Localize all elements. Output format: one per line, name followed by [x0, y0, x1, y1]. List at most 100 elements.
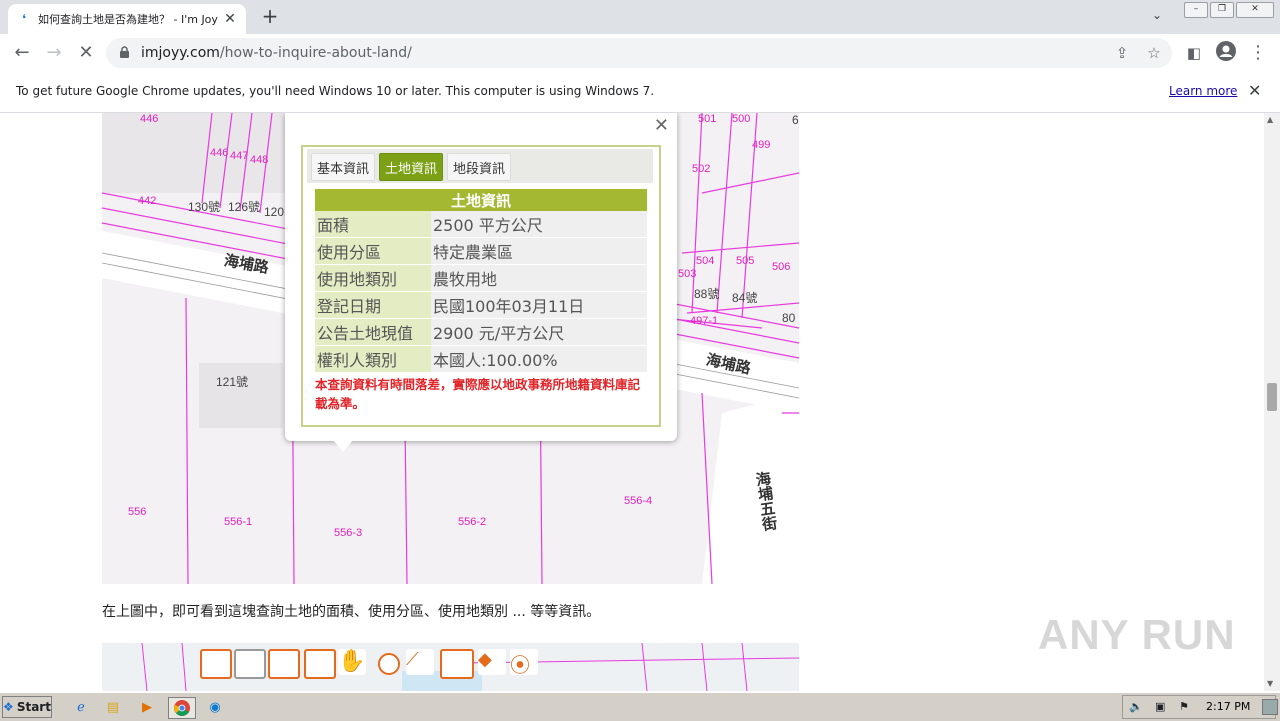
- redo-tool-icon[interactable]: [304, 649, 336, 679]
- table-row: 權利人類別 本國人:100.00%: [315, 345, 647, 373]
- learn-more-link[interactable]: Learn more: [1169, 84, 1237, 98]
- media-player-icon[interactable]: ▶: [136, 697, 158, 717]
- page-scrollbar[interactable]: ▲ ▼: [1264, 113, 1280, 691]
- row-label: 登記日期: [315, 291, 431, 319]
- popup-pointer: [333, 440, 353, 452]
- parcel-label: 502: [692, 163, 711, 175]
- address-bar[interactable]: imjoyy.com/how-to-inquire-about-land/ ⇪ …: [106, 38, 1172, 68]
- profile-avatar-icon[interactable]: [1214, 41, 1238, 65]
- row-label: 使用分區: [315, 237, 431, 265]
- row-value: 民國100年03月11日: [431, 291, 647, 319]
- address-label: 126號: [228, 200, 261, 214]
- location-pin-icon[interactable]: ⦿: [510, 649, 538, 677]
- land-info-table: 土地資訊 面積 2500 平方公尺 使用分區 特定農業區 使用地類別 農牧用地 登記日…: [315, 189, 647, 373]
- parcel-label: 556-3: [334, 527, 363, 539]
- browser-tab[interactable]: ❛ 如何查詢土地是否為建地？ - I'm Joy ✕: [8, 4, 246, 34]
- row-value: 2500 平方公尺: [431, 211, 647, 238]
- share-icon[interactable]: ⇪: [1112, 43, 1132, 63]
- action-center-flag-icon[interactable]: ⚑: [1179, 700, 1189, 713]
- lock-icon: [120, 46, 129, 58]
- table-row: 使用分區 特定農業區: [315, 237, 647, 265]
- start-label: Start: [16, 700, 51, 714]
- disclaimer-text: 本查詢資料有時間落差，實際應以地政事務所地籍資料庫記載為準。: [315, 377, 641, 411]
- measure-area-icon[interactable]: [440, 649, 474, 679]
- map-toolbar-image: ✋ ⟋ ◆ ⦿: [102, 643, 799, 691]
- network-icon[interactable]: ▣: [1155, 700, 1165, 713]
- tab-close-icon[interactable]: ✕: [222, 11, 238, 27]
- row-value: 本國人:100.00%: [431, 345, 647, 373]
- close-window-button[interactable]: ✕: [1236, 2, 1274, 18]
- undo-tool-icon[interactable]: [268, 649, 300, 679]
- fullscreen-tool-icon[interactable]: [200, 649, 232, 679]
- file-explorer-icon[interactable]: ▤: [102, 697, 124, 717]
- show-desktop-button[interactable]: [1262, 699, 1278, 715]
- tab-section-info[interactable]: 地段資訊: [447, 153, 512, 181]
- new-tab-button[interactable]: +: [258, 5, 282, 29]
- row-label: 使用地類別: [315, 264, 431, 292]
- tab-search-chevron-icon[interactable]: ⌄: [1152, 8, 1162, 22]
- row-value: 特定農業區: [431, 237, 647, 265]
- parcel-label: 499: [752, 139, 771, 151]
- address-label: 80: [782, 311, 796, 325]
- forward-arrow-icon[interactable]: →: [42, 41, 66, 65]
- parcel-label: 556-2: [458, 516, 487, 528]
- url-text: imjoyy.com/how-to-inquire-about-land/: [141, 45, 412, 61]
- tab-strip: ❛ 如何查詢土地是否為建地？ - I'm Joy ✕ + ⌄ – ❐ ✕: [0, 0, 1280, 34]
- url-path: /how-to-inquire-about-land/: [219, 45, 412, 61]
- side-panel-icon[interactable]: ◧: [1182, 41, 1206, 65]
- pan-hand-icon[interactable]: ✋: [338, 649, 366, 675]
- eraser-icon[interactable]: ◆: [478, 649, 506, 675]
- table-row: 使用地類別 農牧用地: [315, 264, 647, 292]
- scroll-thumb[interactable]: [1267, 383, 1277, 411]
- parcel-label: 500: [732, 113, 751, 125]
- scroll-up-icon[interactable]: ▲: [1267, 115, 1273, 124]
- table-row: 公告土地現值 2900 元/平方公尺: [315, 318, 647, 346]
- address-label: 121號: [216, 375, 249, 389]
- parcel-label: 497-1: [690, 315, 719, 327]
- land-info-popup: ✕ 基本資訊 土地資訊 地段資訊 土地資訊 面積 2500 平方公尺 使用分區 特定…: [285, 113, 677, 452]
- back-arrow-icon[interactable]: ←: [10, 41, 34, 65]
- volume-icon[interactable]: 🔈: [1129, 700, 1143, 713]
- building-tool-icon[interactable]: [234, 649, 266, 679]
- start-button[interactable]: ❖ Start: [2, 696, 52, 718]
- infobar-message: To get future Google Chrome updates, you…: [16, 84, 655, 98]
- tab-basic-info[interactable]: 基本資訊: [311, 153, 376, 181]
- chrome-icon[interactable]: [168, 697, 196, 719]
- row-label: 公告土地現值: [315, 318, 431, 346]
- parcel-label: 506: [772, 261, 791, 273]
- bookmark-star-icon[interactable]: ☆: [1144, 43, 1164, 63]
- update-infobar: To get future Google Chrome updates, you…: [0, 72, 1280, 113]
- row-label: 權利人類別: [315, 345, 431, 373]
- row-value: 農牧用地: [431, 264, 647, 292]
- windows-taskbar: ❖ Start ℯ ▤ ▶ ◉ 🔈 ▣ ⚑ 2:17 PM: [0, 692, 1280, 721]
- parcel-label: 505: [736, 255, 755, 267]
- info-panel: 基本資訊 土地資訊 地段資訊 土地資訊 面積 2500 平方公尺 使用分區 特定農業…: [301, 145, 661, 427]
- edge-icon[interactable]: ◉: [204, 697, 226, 717]
- minimize-window-button[interactable]: –: [1184, 2, 1208, 18]
- parcel-label: 504: [696, 255, 715, 267]
- menu-kebab-icon[interactable]: ⋮: [1246, 41, 1270, 65]
- row-label: 面積: [315, 211, 431, 238]
- address-label: 130號: [188, 200, 221, 214]
- tab-land-info[interactable]: 土地資訊: [379, 153, 444, 181]
- measure-line-icon[interactable]: ⟋: [406, 649, 434, 675]
- address-label: 6: [792, 113, 799, 127]
- address-label: 88號: [694, 287, 720, 301]
- tab-title: 如何查詢土地是否為建地？ - I'm Joy: [38, 13, 218, 26]
- parcel-label: 556-4: [624, 495, 653, 507]
- internet-explorer-icon[interactable]: ℯ: [70, 697, 92, 717]
- infobar-close-icon[interactable]: ✕: [1248, 81, 1261, 100]
- popup-close-icon[interactable]: ✕: [654, 115, 669, 136]
- url-domain: imjoyy.com: [141, 45, 220, 61]
- table-title: 土地資訊: [315, 189, 647, 211]
- article-caption: 在上圖中，即可看到這塊查詢土地的面積、使用分區、使用地類別 ... 等等資訊。: [102, 604, 601, 620]
- parcel-label: 442: [138, 195, 157, 207]
- restore-window-button[interactable]: ❐: [1210, 2, 1234, 18]
- windows-logo-icon: ❖: [3, 700, 14, 714]
- parcel-label: 501: [698, 113, 717, 125]
- stop-loading-icon[interactable]: ✕: [74, 41, 98, 65]
- scroll-down-icon[interactable]: ▼: [1267, 679, 1273, 688]
- anyrun-watermark: ANY RUN: [1038, 611, 1236, 658]
- measure-circle-icon[interactable]: [378, 653, 400, 675]
- table-row: 登記日期 民國100年03月11日: [315, 291, 647, 319]
